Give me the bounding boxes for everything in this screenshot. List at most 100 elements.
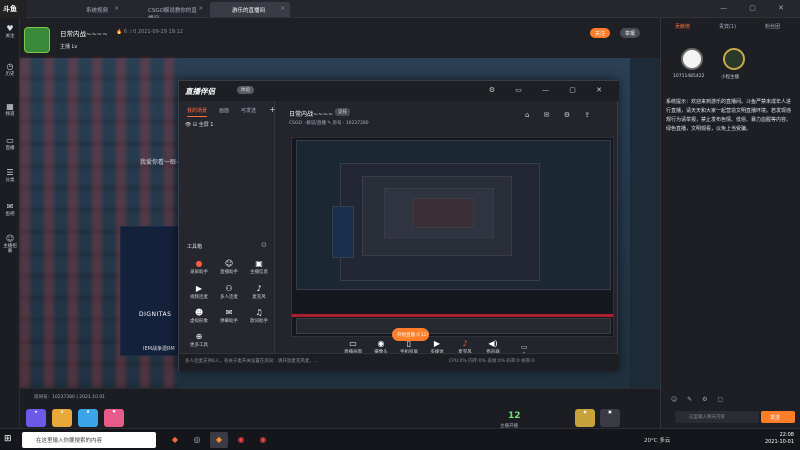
stream-preview[interactable] (291, 137, 614, 337)
rail-channel[interactable]: ▦ 频道 (2, 102, 18, 126)
tab-canvas[interactable]: 画面 (219, 107, 229, 114)
close-icon[interactable]: ✕ (280, 6, 285, 12)
camera-icon: ◉ (377, 339, 385, 348)
tool-mic[interactable]: ♪ 麦克风 (245, 283, 273, 305)
rail-follow[interactable]: ♥ 关注 (2, 24, 18, 48)
taskbar-app-icon[interactable]: ◆ (210, 432, 228, 448)
video-icon: ▶ (195, 284, 203, 293)
tool-record[interactable]: ● 录屏助手 (185, 258, 213, 280)
windows-start-icon[interactable]: ⊞ (4, 434, 16, 446)
rail-category[interactable]: ☰ 分类 (2, 168, 18, 192)
tool-label: 更多工具 (190, 343, 208, 348)
gift-item[interactable]: ♣ (78, 409, 98, 427)
taskbar-app-icon[interactable]: ◉ (254, 432, 272, 448)
rail-live[interactable]: ▭ 直播 (2, 136, 18, 160)
tab-my-scenes[interactable]: 我的场景 (187, 107, 208, 117)
tool-multi-link[interactable]: ⚇ 多人连麦 (215, 283, 243, 305)
ghost-card-name: IEM战争遗RM (143, 346, 175, 352)
user-name: 10711485422 (673, 74, 705, 79)
taskbar-search-input[interactable]: 在这里输入你要搜索的内容 (22, 432, 156, 448)
room-number: 房间号：10237280 | 2021.10.01 (34, 395, 106, 400)
app-logo[interactable]: 斗鱼 (0, 0, 26, 18)
gift-item[interactable]: ◆ (575, 409, 595, 427)
version-badge: 体验 (237, 86, 254, 94)
room-bottom-bar: 房间号：10237280 | 2021.10.01 ★ ♛ ♣ ♥ 12 主播开… (20, 388, 660, 429)
ghost-right-edge (630, 58, 660, 388)
tool-label: 直播助手 (220, 270, 238, 275)
app-main-area: 日常内战~~~~ 竞技 CSGO · 解说/直播 ✎ 房号 · 10237280… (275, 101, 619, 371)
rail-label: 历史 (5, 72, 15, 77)
window-controls[interactable]: — ▢ ✕ (720, 4, 794, 12)
gift-item[interactable]: ♥ (104, 409, 124, 427)
app-left-panel: 我的场景 画面 可发送 + 👁 ⊟ 全屏 1 工具箱 ⊙ ● 录屏助手 ☺ 直播助手… (179, 101, 276, 371)
rail-yuba[interactable]: ✉ 鱼吧 (2, 202, 18, 226)
gift-item[interactable]: ♛ (52, 409, 72, 427)
tool-danmaku[interactable]: ✉ 弹幕助手 (215, 307, 243, 329)
chat-input[interactable]: 这里输入聊天内容 (675, 411, 759, 423)
follow-button[interactable]: 关注 (590, 28, 611, 38)
status-text: 多人连麦支持6人，有关于麦开关设置在房间：请开放麦克风麦，… (185, 359, 319, 364)
stream-info: CSGO · 解说/直播 ✎ 房号 · 10237280 (289, 121, 369, 126)
preview-layer-5 (412, 198, 474, 228)
clock[interactable]: 22:08 2021-10-01 (765, 432, 794, 446)
plus-icon: ⊕ (195, 332, 203, 341)
close-icon[interactable]: ✕ (114, 6, 119, 12)
tab-video[interactable]: 系统视频 ✕ (64, 2, 124, 17)
ghost-card-label: DIGNITAS (139, 311, 172, 318)
mic-icon: ♪ (256, 284, 262, 293)
gift-item[interactable]: ★ (26, 409, 46, 427)
grid-icon: ▦ (6, 102, 14, 111)
stream-tag[interactable]: 竞技 (335, 108, 350, 116)
preview-bottom-bar (296, 318, 611, 334)
tab-fans[interactable]: 粉丝团 (765, 23, 780, 30)
tab-label: 游乐的直播间 (232, 8, 266, 14)
chat-tool-icons[interactable]: ☺ ✎ ⚙ ▢ (671, 396, 727, 403)
more-icon[interactable]: ⊙ (261, 241, 267, 249)
tool-label: 视频连麦 (190, 295, 208, 300)
tool-more[interactable]: ⊕ 更多工具 (185, 331, 213, 353)
tab-contribution[interactable]: 贡献榜 (675, 23, 690, 30)
rail-history[interactable]: ◷ 历史 (2, 62, 18, 86)
tool-info[interactable]: ▣ 主播信息 (245, 258, 273, 280)
toolbar-icons[interactable]: ⌂ ✉ ⚙ ⇪ (525, 111, 596, 119)
tool-video-link[interactable]: ▶ 视频连麦 (185, 283, 213, 305)
avatar[interactable] (24, 27, 50, 53)
tab-room[interactable]: 游乐的直播间 ✕ (210, 2, 290, 17)
taskbar-app-icon[interactable]: ◉ (232, 432, 250, 448)
tab-label: 系统视频 (86, 8, 109, 14)
stream-title[interactable]: 日常内战~~~~ (289, 109, 333, 118)
rail-label: 分类 (5, 178, 15, 183)
speaker-icon: ◀) (488, 339, 498, 348)
tool-assist[interactable]: ☺ 直播助手 (215, 258, 243, 280)
go-live-button[interactable]: 开始直播 (F11) (392, 328, 429, 341)
id-icon: ▣ (255, 259, 263, 268)
taskbar-app-icon[interactable]: ◆ (166, 432, 184, 448)
close-icon[interactable]: ✕ (198, 6, 203, 12)
tab-csgo[interactable]: CSGO解说教你的直播间✕ (126, 2, 208, 22)
app-titlebar: 直播伴侣 体验 ⚙ ▭ — ▢ ✕ (179, 81, 619, 101)
send-button[interactable]: 发送 (761, 411, 795, 423)
room-title: 日常内战~~~~ (60, 30, 108, 38)
face-icon: ☻ (194, 308, 204, 317)
tool-avatar[interactable]: ☻ 虚拟形象 (185, 307, 213, 329)
tool-lyrics[interactable]: ♫ 歌词助手 (245, 307, 273, 329)
avatar[interactable] (681, 48, 703, 70)
preview-red-stripe (292, 314, 613, 317)
person-icon: ☺ (5, 234, 15, 243)
user-name: 小程主播 (721, 75, 739, 80)
gift-item[interactable]: ▣ (600, 409, 620, 427)
rail-recruit[interactable]: ☺ 主播招募 (2, 234, 18, 258)
tool-label: 弹幕助手 (220, 319, 238, 324)
tab-vip[interactable]: 贵宾(1) (719, 23, 736, 30)
report-button[interactable]: 举报 (620, 28, 641, 38)
scene-item[interactable]: 👁 ⊟ 全屏 1 (185, 121, 214, 128)
browser-tab-bar: 斗鱼 系统视频 ✕ CSGO解说教你的直播间✕ 游乐的直播间 ✕ — ▢ ✕ (0, 0, 800, 22)
weather-readout[interactable]: 20°C 多云 (644, 436, 670, 444)
avatar[interactable] (723, 48, 745, 70)
tab-sendable[interactable]: 可发送 (241, 107, 256, 114)
taskbar-app-icon[interactable]: ◎ (188, 432, 206, 448)
list-icon: ☰ (6, 168, 14, 177)
time: 22:08 (779, 432, 794, 438)
tool-label: 多人连麦 (220, 295, 238, 300)
app-window-controls[interactable]: ⚙ ▭ — ▢ ✕ (489, 86, 611, 94)
